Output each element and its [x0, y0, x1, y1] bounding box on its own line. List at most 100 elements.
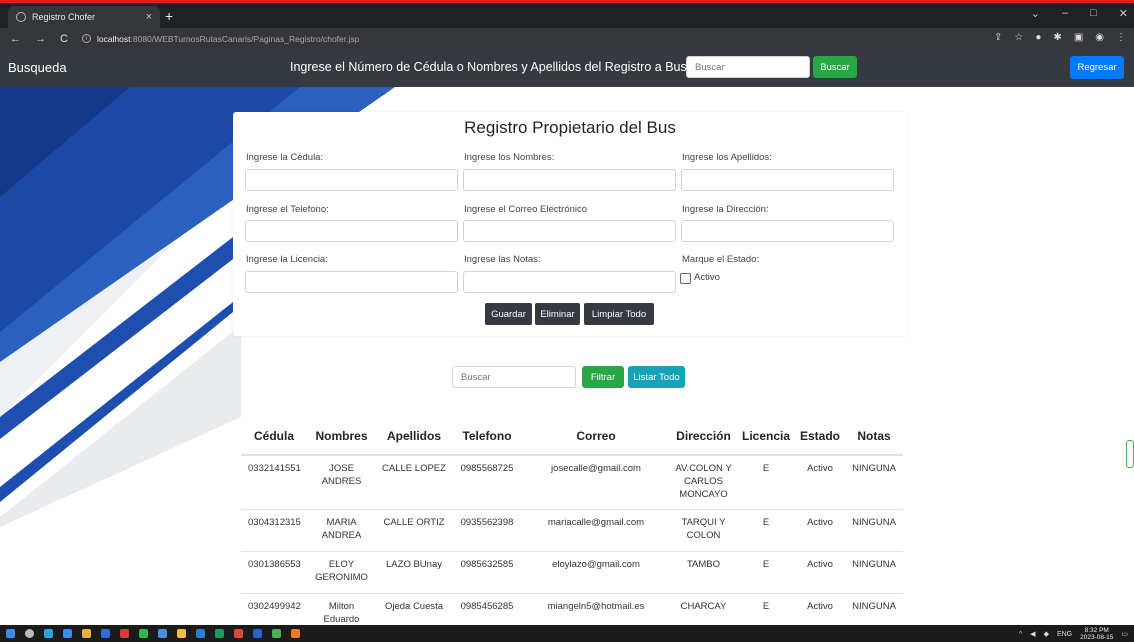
nombres-input[interactable]: [463, 169, 676, 191]
delete-button[interactable]: Eliminar: [534, 302, 581, 326]
column-header[interactable]: Correo: [522, 418, 670, 456]
cedula-input[interactable]: [245, 169, 458, 191]
chevron-up-icon[interactable]: ^: [1019, 631, 1022, 638]
cell-correo: eloylazo@gmail.com: [522, 550, 670, 593]
menu-icon[interactable]: ⋮: [1116, 32, 1126, 43]
activo-checkbox[interactable]: [680, 273, 691, 284]
correo-input[interactable]: [463, 220, 676, 242]
lang-indicator[interactable]: ENG: [1057, 631, 1072, 638]
telefono-input[interactable]: [245, 220, 458, 242]
cell-apellidos: CALLE LOPEZ: [376, 454, 452, 509]
navbar-brand[interactable]: Busqueda: [8, 60, 67, 75]
maximize-button[interactable]: □: [1090, 7, 1097, 20]
taskview-icon[interactable]: [63, 629, 72, 638]
info-icon[interactable]: i: [81, 34, 91, 43]
share-icon[interactable]: ⇪: [994, 32, 1002, 43]
cell-correo: mariacalle@gmail.com: [522, 508, 670, 551]
url-field[interactable]: i localhost :8080/WEBTurnosRutasCanaris/…: [81, 33, 360, 44]
cell-licencia: E: [737, 454, 795, 509]
navbar-search-prompt: Ingrese el Número de Cédula o Nombres y …: [290, 60, 705, 74]
os-taskbar: ^ ◀ ◆ ENG 8:32 PM 2023-08-15 ▭: [0, 625, 1134, 642]
word-icon[interactable]: [196, 629, 205, 638]
cell-notas: NINGUNA: [845, 550, 903, 593]
chevron-down-icon[interactable]: ⌄: [1031, 7, 1040, 20]
side-widget-handle[interactable]: [1126, 440, 1134, 468]
clear-all-button[interactable]: Limpiar Todo: [583, 302, 655, 326]
apellidos-input[interactable]: [681, 169, 894, 191]
records-table: Cédula Nombres Apellidos Telefono Correo…: [241, 418, 903, 635]
profile-icon[interactable]: ◉: [1095, 32, 1104, 43]
column-header[interactable]: Notas: [845, 418, 903, 456]
whatsapp-icon[interactable]: [272, 629, 281, 638]
excel-icon[interactable]: [215, 629, 224, 638]
windows-start-icon[interactable]: [6, 629, 15, 638]
column-header[interactable]: Licencia: [737, 418, 795, 456]
app-icon-yellow[interactable]: [177, 629, 186, 638]
notas-input[interactable]: [463, 271, 676, 293]
cell-telefono: 0935562398: [452, 508, 522, 551]
store-icon[interactable]: [253, 629, 262, 638]
edge-icon[interactable]: [44, 629, 53, 638]
app-icon-blue[interactable]: [158, 629, 167, 638]
cell-nombres: MARIA ANDREA: [307, 508, 376, 551]
reload-icon[interactable]: C: [60, 33, 68, 45]
cell-estado: Activo: [795, 508, 845, 551]
save-button[interactable]: Guardar: [484, 302, 533, 326]
chrome-icon[interactable]: [291, 629, 300, 638]
table-row[interactable]: 0304312315 MARIA ANDREA CALLE ORTIZ 0935…: [241, 508, 903, 551]
minimize-button[interactable]: ‒: [1062, 7, 1068, 20]
tab-close-icon[interactable]: ×: [146, 11, 152, 23]
new-tab-button[interactable]: +: [165, 8, 173, 24]
navbar-search-input[interactable]: [686, 56, 810, 78]
table-row[interactable]: 0301386553 ELOY GERONIMO LAZO BUnay 0985…: [241, 550, 903, 593]
cell-nombres: ELOY GERONIMO: [307, 550, 376, 593]
clock-time: 8:32 PM: [1084, 627, 1109, 634]
cell-correo: josecalle@gmail.com: [522, 454, 670, 509]
table-row[interactable]: 0332141551 JOSE ANDRES CALLE LOPEZ 09855…: [241, 454, 903, 509]
column-header[interactable]: Cédula: [241, 418, 307, 456]
sidepanel-icon[interactable]: ▣: [1074, 32, 1083, 43]
activo-checkbox-label: Activo: [694, 272, 720, 283]
column-header[interactable]: Estado: [795, 418, 845, 456]
navbar-search-button[interactable]: Buscar: [813, 56, 857, 78]
app-icon-green[interactable]: [139, 629, 148, 638]
direccion-input[interactable]: [681, 220, 894, 242]
cell-nombres: JOSE ANDRES: [307, 454, 376, 509]
powerpoint-icon[interactable]: [234, 629, 243, 638]
browser-tab[interactable]: Registro Chofer ×: [8, 6, 160, 28]
back-arrow-icon[interactable]: ←: [10, 33, 21, 45]
column-header[interactable]: Dirección: [670, 418, 737, 456]
cell-cedula: 0332141551: [241, 454, 307, 509]
close-window-button[interactable]: ✕: [1119, 7, 1128, 20]
puzzle-icon[interactable]: ✱: [1053, 32, 1061, 43]
search-icon[interactable]: [25, 629, 34, 638]
system-clock[interactable]: 8:32 PM 2023-08-15: [1080, 627, 1113, 641]
list-all-button[interactable]: Listar Todo: [628, 366, 685, 388]
extension-icon[interactable]: ●: [1035, 32, 1041, 43]
forward-arrow-icon[interactable]: →: [35, 33, 46, 45]
cedula-label: Ingrese la Cédula:: [246, 152, 324, 163]
cell-licencia: E: [737, 508, 795, 551]
star-icon[interactable]: ☆: [1014, 32, 1023, 43]
network-icon[interactable]: ◆: [1044, 630, 1049, 638]
speaker-icon[interactable]: ◀: [1030, 630, 1035, 638]
back-button[interactable]: Regresar: [1070, 56, 1124, 79]
filter-button[interactable]: Filtrar: [582, 366, 624, 388]
browser-address-bar: ← → C i localhost :8080/WEBTurnosRutasCa…: [0, 28, 1134, 49]
clock-date: 2023-08-15: [1080, 634, 1114, 641]
column-header[interactable]: Telefono: [452, 418, 522, 456]
column-header[interactable]: Nombres: [307, 418, 376, 456]
browser-tabstrip: Registro Chofer × + ⌄ ‒ □ ✕: [0, 3, 1134, 28]
licencia-input[interactable]: [245, 271, 458, 293]
column-header[interactable]: Apellidos: [376, 418, 452, 456]
globe-icon: [16, 12, 26, 22]
mail-icon[interactable]: [101, 629, 110, 638]
cell-direccion: TAMBO: [670, 550, 737, 593]
cell-estado: Activo: [795, 550, 845, 593]
notification-icon[interactable]: ▭: [1121, 630, 1128, 638]
cell-telefono: 0985568725: [452, 454, 522, 509]
filter-search-input[interactable]: [452, 366, 576, 388]
app-icon-red[interactable]: [120, 629, 129, 638]
url-path: :8080/WEBTurnosRutasCanaris/Paginas_Regi…: [130, 33, 360, 44]
folder-icon[interactable]: [82, 629, 91, 638]
